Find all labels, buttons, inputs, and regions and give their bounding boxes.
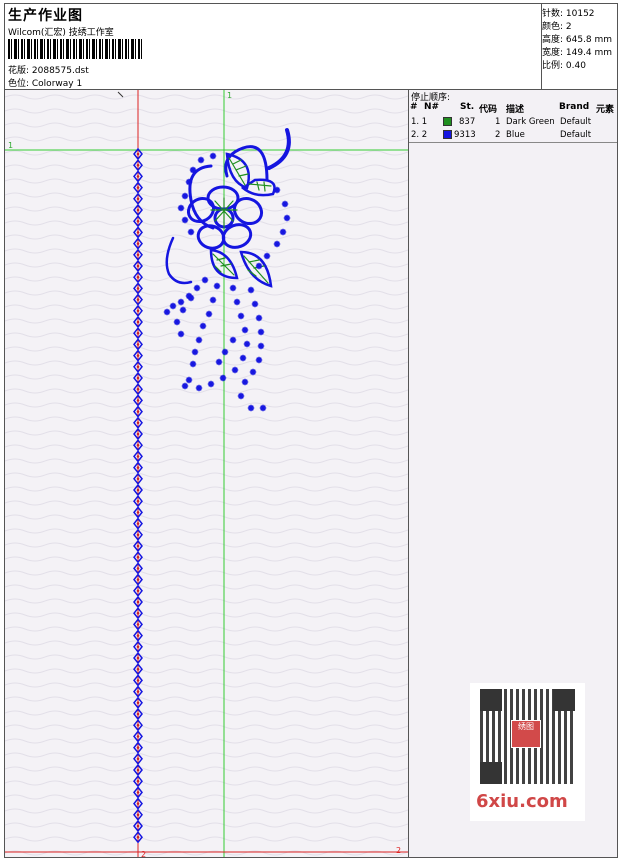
col-description-header: 描述 <box>506 105 525 115</box>
colorway-label: 色位: Colorway 1 <box>8 79 83 89</box>
col-brand-header: Brand <box>559 102 590 112</box>
col-index-header: # <box>410 102 418 112</box>
row-stitches: 837 <box>459 117 476 127</box>
design-file-label: 花版: 2088575.dst <box>8 66 89 76</box>
marker-bottom-right: 2 <box>396 846 401 855</box>
color-count: 颜色: 2 <box>542 22 572 32</box>
col-number-header: N# <box>424 102 440 112</box>
row-index: 1. 1 <box>411 117 428 127</box>
marker-bottom-center: 2 <box>141 850 146 857</box>
sheet-title: 生产作业图 <box>8 8 83 24</box>
seal-stamp: 绣图 <box>511 720 541 748</box>
col-code-header: 代码 <box>479 105 498 115</box>
row-brand: Default <box>560 117 592 127</box>
row-brand: Default <box>560 130 592 140</box>
row-code: 2 <box>495 130 501 140</box>
row-code: 1 <box>495 117 501 127</box>
production-sheet: 生产作业图 Wilcom(汇宏) 技绣工作室 花版: 2088575.dst 色… <box>4 3 618 858</box>
watermark-site: 6xiu.com <box>476 791 568 812</box>
watermark: 绣图 6xiu.com <box>470 683 585 821</box>
barcode <box>8 39 143 59</box>
design-height: 高度: 645.8 mm <box>542 35 613 45</box>
design-canvas: 1 1 2 2 <box>5 90 409 857</box>
stats-block: 针数: 10152 颜色: 2 高度: 645.8 mm 宽度: 149.4 m… <box>542 4 617 90</box>
row-stitches: 9313 <box>454 130 476 140</box>
header-block: 生产作业图 Wilcom(汇宏) 技绣工作室 花版: 2088575.dst 色… <box>5 4 542 90</box>
col-stitches-header: St. <box>460 102 475 112</box>
design-scale: 比例: 0.40 <box>542 61 586 71</box>
row-description: Dark Green <box>506 117 555 127</box>
row-description: Blue <box>506 130 525 140</box>
row-index: 2. 2 <box>411 130 428 140</box>
marker-top-left: 1 <box>8 141 13 150</box>
color-swatch <box>443 130 452 139</box>
studio-name: Wilcom(汇宏) 技绣工作室 <box>8 28 114 38</box>
embroidery-preview: 1 1 2 2 <box>5 90 408 857</box>
color-swatch <box>443 117 452 126</box>
table-divider <box>409 142 617 143</box>
stitch-count: 针数: 10152 <box>542 9 595 19</box>
col-element-header: 元素 <box>596 105 615 115</box>
design-width: 宽度: 149.4 mm <box>542 48 613 58</box>
marker-top-center: 1 <box>227 91 232 100</box>
